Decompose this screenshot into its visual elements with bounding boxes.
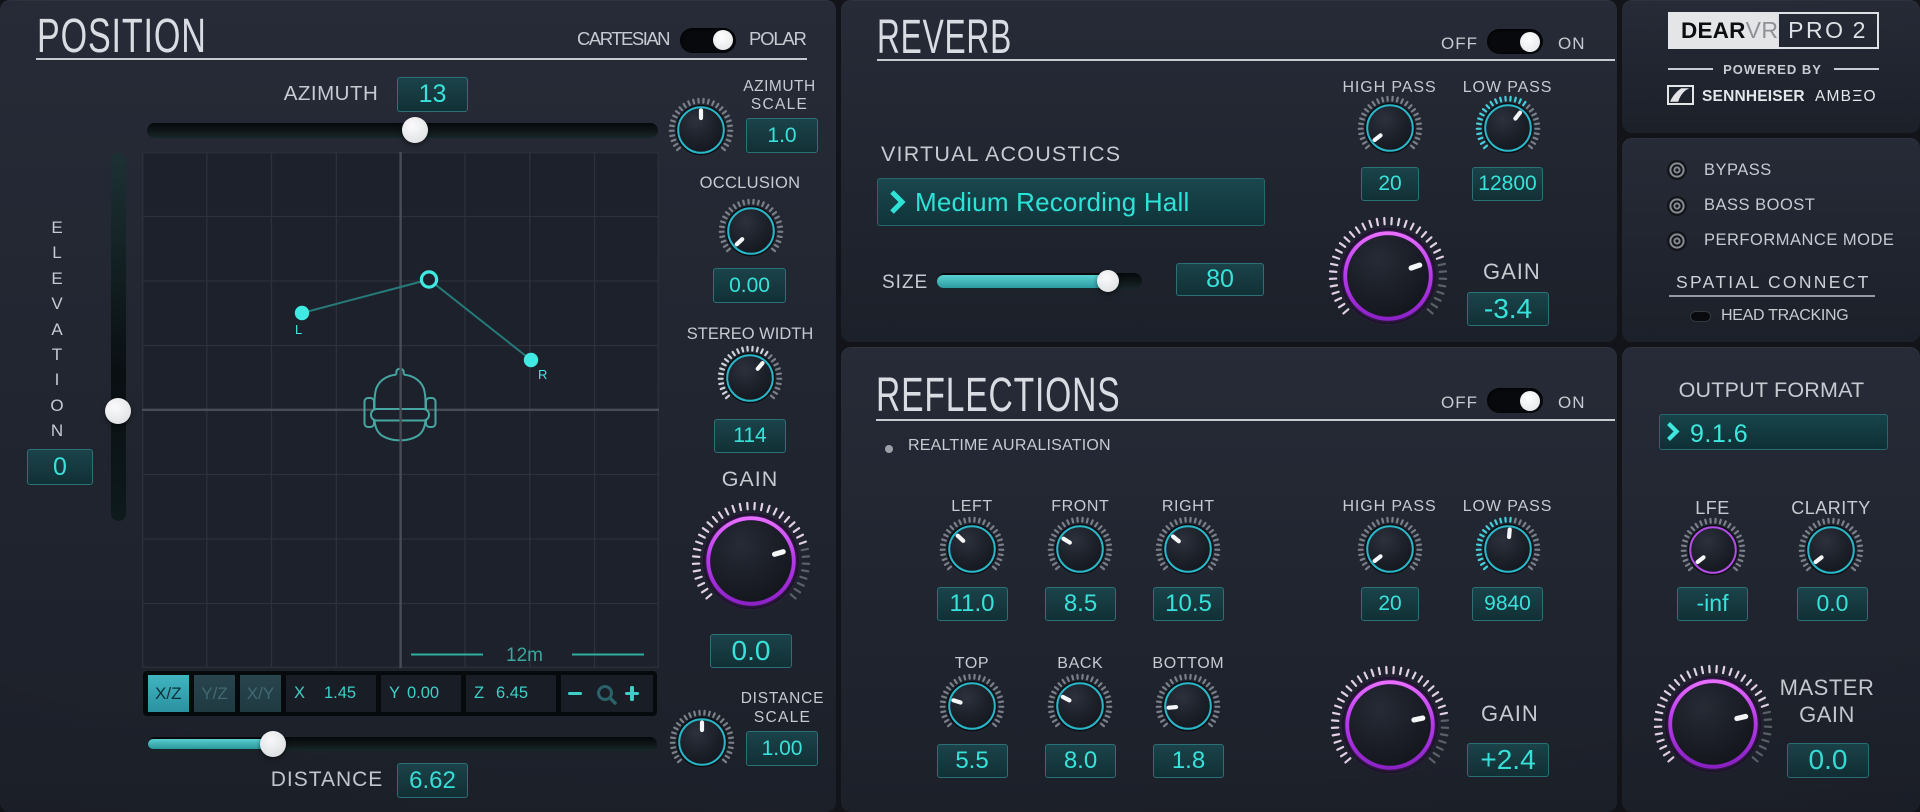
svg-text:L: L — [295, 322, 302, 337]
svg-text:12m: 12m — [506, 645, 543, 666]
svg-text:R: R — [538, 367, 547, 382]
